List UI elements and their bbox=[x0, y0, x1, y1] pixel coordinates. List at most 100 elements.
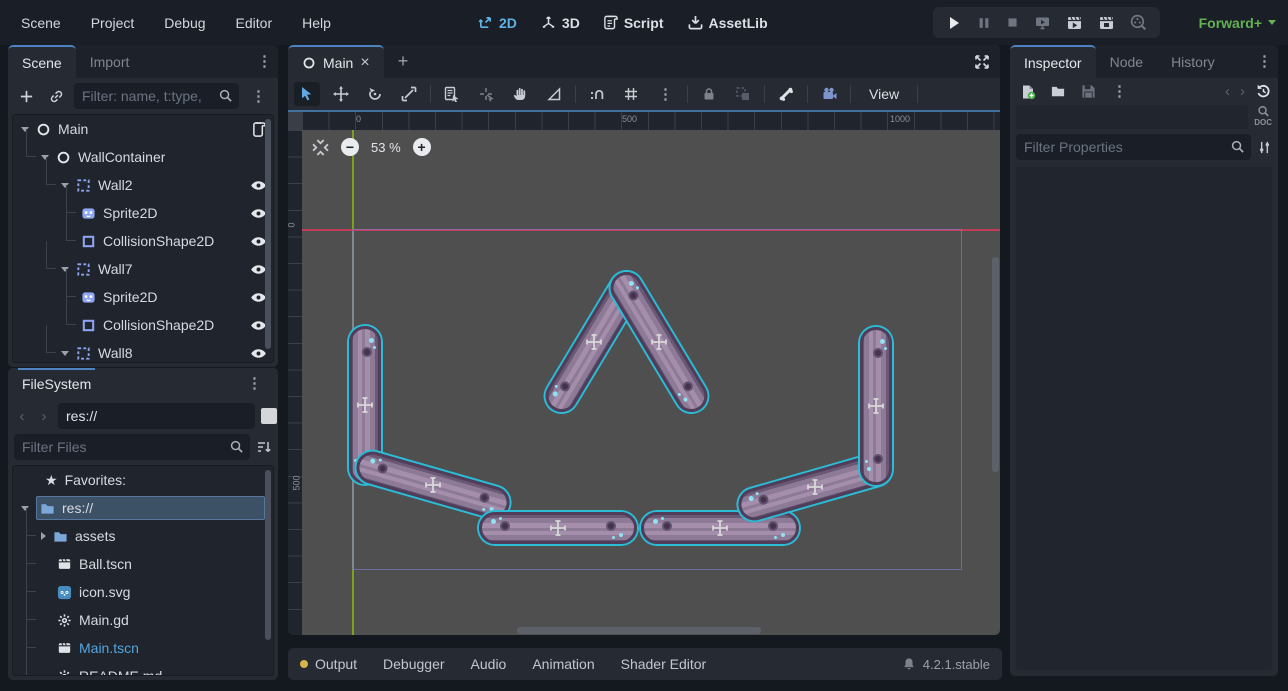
menu-editor[interactable]: Editor bbox=[223, 10, 286, 36]
bell-icon[interactable] bbox=[902, 657, 916, 671]
version-label[interactable]: 4.2.1.stable bbox=[923, 657, 990, 672]
tab-history[interactable]: History bbox=[1157, 45, 1229, 78]
play-scene-icon[interactable] bbox=[1066, 15, 1083, 31]
zoom-minus-button[interactable]: − bbox=[341, 138, 359, 156]
fs-file-ball-tscn[interactable]: Ball.tscn bbox=[13, 550, 273, 578]
inspector-menu-icon[interactable]: ⋮ bbox=[1251, 54, 1278, 69]
scene-tab-main[interactable]: Main × bbox=[288, 45, 384, 78]
switch-assetlib-button[interactable]: AssetLib bbox=[688, 15, 768, 31]
add-node-button[interactable] bbox=[14, 89, 38, 104]
zoom-level-label[interactable]: 53 % bbox=[371, 140, 401, 155]
recenter-icon[interactable] bbox=[312, 139, 329, 156]
switch-3d-button[interactable]: 3D bbox=[541, 15, 580, 31]
switch-script-button[interactable]: Script bbox=[604, 15, 664, 31]
bottom-tab-shader-editor[interactable]: Shader Editor bbox=[621, 656, 707, 672]
zoom-plus-button[interactable]: + bbox=[413, 138, 431, 156]
tab-node[interactable]: Node bbox=[1096, 45, 1157, 78]
visibility-eye-icon[interactable] bbox=[250, 346, 267, 361]
fs-res-root[interactable]: res:// bbox=[13, 494, 273, 522]
toggle-split-mode-button[interactable] bbox=[261, 408, 277, 424]
pause-icon[interactable] bbox=[977, 16, 991, 30]
ruler-tool-button[interactable] bbox=[541, 82, 567, 106]
close-icon[interactable]: × bbox=[360, 55, 369, 71]
expand-viewport-icon[interactable] bbox=[974, 54, 990, 70]
save-icon[interactable] bbox=[1076, 84, 1100, 99]
inspector-filter-input[interactable] bbox=[1016, 134, 1251, 160]
load-resource-folder-icon[interactable] bbox=[1046, 84, 1070, 99]
play-icon[interactable] bbox=[946, 15, 962, 31]
scene-node-sprite2d[interactable]: Sprite2D bbox=[13, 199, 273, 227]
wall-right-vertical[interactable] bbox=[860, 327, 892, 485]
snapping-options-menu-icon[interactable]: ⋮ bbox=[652, 87, 679, 102]
scene-node-main[interactable]: Main bbox=[13, 115, 273, 143]
wall-bottom-2[interactable] bbox=[641, 512, 799, 544]
fs-file-readme-md[interactable]: README.md bbox=[13, 662, 273, 676]
renderer-selector[interactable]: Forward+ bbox=[1199, 0, 1276, 45]
bottom-tab-animation[interactable]: Animation bbox=[532, 656, 594, 672]
movie-maker-icon[interactable] bbox=[1130, 14, 1147, 31]
move-tool-button[interactable] bbox=[328, 82, 354, 106]
scene-filter-input[interactable] bbox=[74, 83, 239, 109]
select-tool-button[interactable] bbox=[294, 82, 320, 106]
stop-icon[interactable] bbox=[1006, 16, 1019, 29]
new-resource-icon[interactable] bbox=[1016, 84, 1040, 100]
grid-snap-icon[interactable] bbox=[618, 82, 644, 106]
new-scene-tab-button[interactable]: + bbox=[384, 45, 423, 78]
menu-debug[interactable]: Debug bbox=[151, 10, 218, 36]
fs-favorites[interactable]: ★ Favorites: bbox=[13, 466, 273, 494]
scene-node-wall2[interactable]: Wall2 bbox=[13, 171, 273, 199]
fs-folder-assets[interactable]: assets bbox=[13, 522, 273, 550]
nav-back-icon[interactable]: ‹ bbox=[14, 408, 30, 425]
filesystem-title[interactable]: FileSystem bbox=[18, 368, 95, 398]
scene-node-wall8[interactable]: Wall8 bbox=[13, 339, 273, 363]
filesystem-menu-icon[interactable]: ⋮ bbox=[241, 376, 268, 391]
scale-tool-button[interactable] bbox=[396, 82, 422, 106]
sort-files-icon[interactable] bbox=[256, 439, 272, 455]
smart-snap-icon[interactable] bbox=[584, 82, 610, 106]
pan-tool-button[interactable] bbox=[507, 82, 533, 106]
scene-tree-menu-icon[interactable]: ⋮ bbox=[245, 89, 272, 104]
history-forward-icon[interactable]: › bbox=[1240, 83, 1245, 100]
wall-bottom-1[interactable] bbox=[479, 512, 637, 544]
play-custom-scene-icon[interactable] bbox=[1098, 15, 1115, 31]
tab-import[interactable]: Import bbox=[76, 45, 144, 78]
scene-dock-menu-icon[interactable]: ⋮ bbox=[251, 54, 278, 69]
path-input[interactable] bbox=[58, 403, 255, 429]
rotate-tool-button[interactable] bbox=[362, 82, 388, 106]
tab-scene[interactable]: Scene bbox=[8, 45, 76, 78]
camera-override-icon[interactable] bbox=[816, 82, 842, 106]
canvas-vertical-scrollbar[interactable] bbox=[992, 257, 999, 472]
lock-icon[interactable] bbox=[696, 82, 722, 106]
scene-tree-scrollbar[interactable] bbox=[265, 119, 271, 349]
open-docs-button[interactable]: DOC bbox=[1254, 105, 1272, 127]
bottom-tab-audio[interactable]: Audio bbox=[471, 656, 507, 672]
fs-file-main-tscn[interactable]: Main.tscn bbox=[13, 634, 273, 662]
menu-scene[interactable]: Scene bbox=[8, 10, 74, 36]
fs-file-main-gd[interactable]: Main.gd bbox=[13, 606, 273, 634]
canvas[interactable]: − 53 % + bbox=[302, 130, 1000, 635]
property-tools-icon[interactable] bbox=[1257, 140, 1272, 155]
filesystem-scrollbar[interactable] bbox=[265, 470, 271, 640]
menu-help[interactable]: Help bbox=[289, 10, 344, 36]
bottom-tab-output[interactable]: Output bbox=[300, 656, 357, 672]
bottom-tab-debugger[interactable]: Debugger bbox=[383, 656, 445, 672]
object-history-icon[interactable] bbox=[1255, 83, 1272, 100]
remote-debug-icon[interactable] bbox=[1034, 15, 1051, 31]
scene-node-sprite2d[interactable]: Sprite2D bbox=[13, 283, 273, 311]
group-icon[interactable] bbox=[730, 82, 756, 106]
view-menu-button[interactable]: View bbox=[859, 83, 909, 105]
nav-forward-icon[interactable]: › bbox=[36, 408, 52, 425]
resource-menu-icon[interactable]: ⋮ bbox=[1106, 84, 1133, 99]
filesystem-filter-input[interactable] bbox=[14, 434, 250, 460]
list-select-tool-button[interactable] bbox=[439, 82, 465, 106]
tab-inspector[interactable]: Inspector bbox=[1010, 45, 1096, 78]
history-back-icon[interactable]: ‹ bbox=[1225, 83, 1230, 100]
scene-node-wall7[interactable]: Wall7 bbox=[13, 255, 273, 283]
snap-cursor-icon[interactable] bbox=[473, 82, 499, 106]
canvas-horizontal-scrollbar[interactable] bbox=[517, 627, 761, 634]
switch-2d-button[interactable]: 2D bbox=[478, 15, 517, 31]
bone-icon[interactable] bbox=[773, 82, 799, 106]
fs-file-icon-svg[interactable]: icon.svg bbox=[13, 578, 273, 606]
instance-scene-link-icon[interactable] bbox=[44, 89, 68, 104]
menu-project[interactable]: Project bbox=[78, 10, 148, 36]
